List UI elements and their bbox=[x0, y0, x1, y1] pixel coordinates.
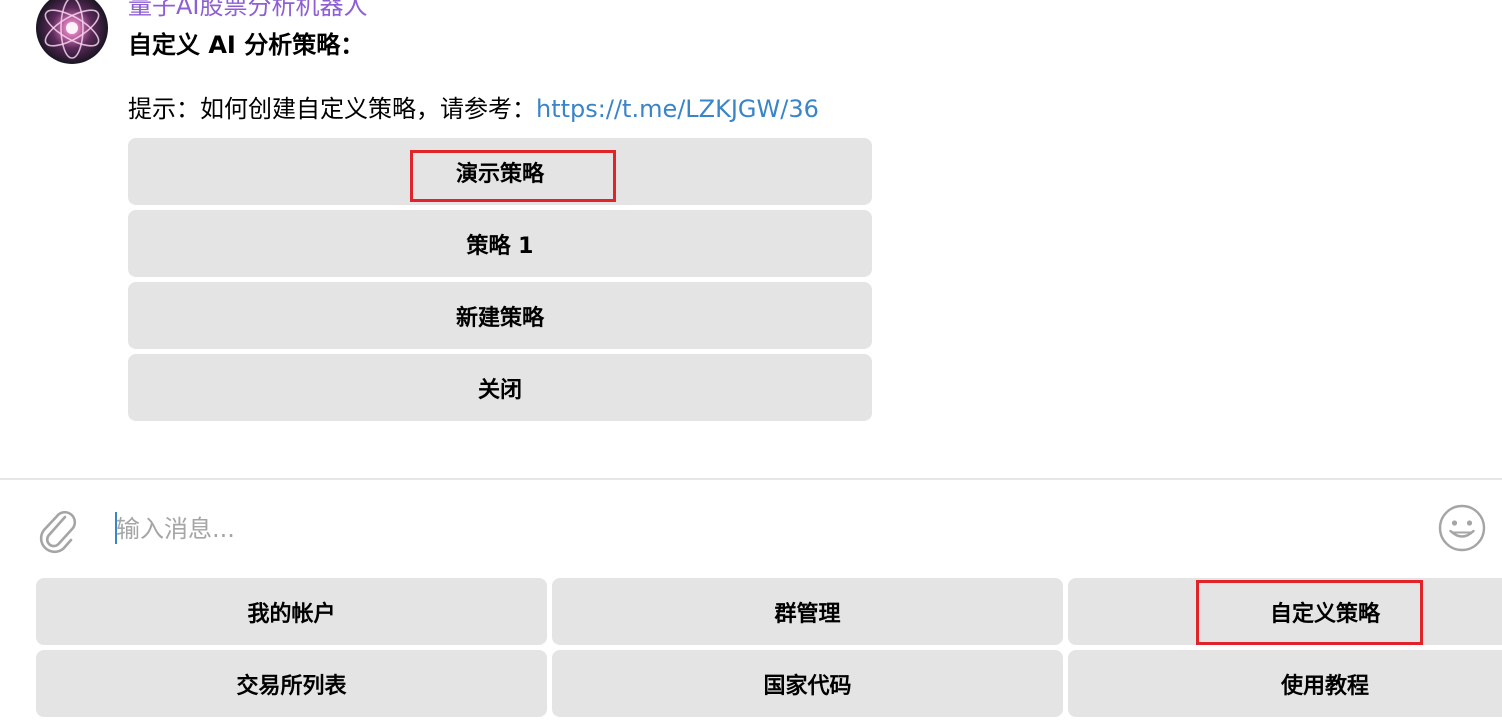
message-hint: 提示：如何创建自定义策略，请参考：https://t.me/LZKJGW/36 bbox=[128, 94, 819, 124]
bot-avatar[interactable] bbox=[36, 0, 108, 64]
smiley-icon[interactable] bbox=[1436, 502, 1488, 554]
atom-icon bbox=[44, 0, 100, 59]
inline-button-strategy-1[interactable]: 策略 1 bbox=[128, 210, 872, 277]
message-composer bbox=[0, 480, 1502, 576]
hint-text: 提示：如何创建自定义策略，请参考： bbox=[128, 95, 536, 123]
text-caret bbox=[115, 512, 117, 544]
reply-keyboard: 我的帐户 群管理 自定义策略 交易所列表 国家代码 使用教程 bbox=[0, 576, 1502, 724]
paperclip-icon[interactable] bbox=[34, 504, 82, 554]
reply-button-exchange-list[interactable]: 交易所列表 bbox=[36, 650, 547, 717]
reply-button-label: 使用教程 bbox=[1280, 673, 1369, 699]
inline-button-label: 关闭 bbox=[477, 377, 522, 403]
inline-keyboard: 演示策略 策略 1 新建策略 关闭 bbox=[128, 138, 872, 426]
reply-button-label: 自定义策略 bbox=[1269, 601, 1380, 627]
message-input[interactable] bbox=[112, 508, 1418, 550]
message-title: 自定义 AI 分析策略： bbox=[128, 31, 365, 59]
hint-link[interactable]: https://t.me/LZKJGW/36 bbox=[536, 95, 819, 123]
reply-button-my-account[interactable]: 我的帐户 bbox=[36, 578, 547, 645]
reply-button-group-admin[interactable]: 群管理 bbox=[552, 578, 1063, 645]
reply-button-label: 群管理 bbox=[774, 601, 841, 627]
reply-button-label: 国家代码 bbox=[763, 673, 852, 699]
inline-button-label: 演示策略 bbox=[455, 161, 544, 187]
reply-button-custom-strategy[interactable]: 自定义策略 bbox=[1068, 578, 1502, 645]
reply-button-tutorial[interactable]: 使用教程 bbox=[1068, 650, 1502, 717]
reply-button-country-code[interactable]: 国家代码 bbox=[552, 650, 1063, 717]
inline-button-demo-strategy[interactable]: 演示策略 bbox=[128, 138, 872, 205]
inline-button-new-strategy[interactable]: 新建策略 bbox=[128, 282, 872, 349]
inline-button-label: 策略 1 bbox=[466, 233, 534, 259]
reply-button-label: 我的帐户 bbox=[247, 601, 336, 627]
sender-name[interactable]: 量子AI股票分析机器人 bbox=[128, 0, 368, 20]
reply-button-label: 交易所列表 bbox=[236, 673, 347, 699]
inline-button-label: 新建策略 bbox=[455, 305, 544, 331]
inline-button-close[interactable]: 关闭 bbox=[128, 354, 872, 421]
chat-message-area: 量子AI股票分析机器人 自定义 AI 分析策略： 提示：如何创建自定义策略，请参… bbox=[0, 0, 1502, 478]
message-input-wrapper bbox=[112, 508, 1418, 550]
